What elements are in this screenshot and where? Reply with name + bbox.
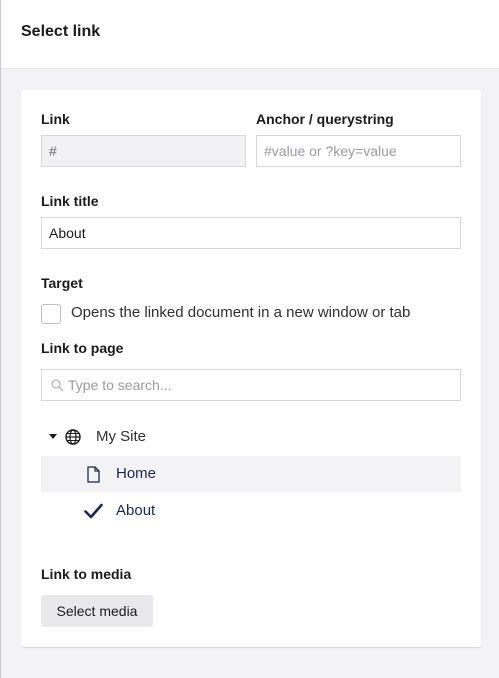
document-icon [87,466,100,483]
target-label: Target [41,275,83,291]
caret-down-icon[interactable] [49,434,57,440]
anchor-field[interactable] [256,135,461,167]
globe-icon [65,429,81,445]
tree-item-label[interactable]: About [116,502,155,519]
new-window-checkbox[interactable] [41,304,61,324]
link-title-field[interactable] [41,217,461,249]
select-media-button[interactable]: Select media [41,595,153,627]
tree-item-my-site[interactable]: My Site [41,419,461,455]
search-icon [51,379,64,392]
dialog-header: Select link [1,0,499,69]
tree-item-about[interactable]: About [41,493,461,529]
dialog-title: Select link [21,23,101,40]
tree-item-home[interactable]: Home [41,456,461,492]
window-edge [0,0,1,678]
anchor-label: Anchor / querystring [256,111,394,127]
tree-item-label[interactable]: Home [116,465,156,482]
link-label: Link [41,111,70,127]
checkmark-icon [84,503,103,519]
link-title-label: Link title [41,193,99,209]
link-field[interactable] [41,135,246,167]
link-to-page-label: Link to page [41,340,124,356]
search-input[interactable] [68,370,448,400]
link-picker-panel: Link Anchor / querystring Link title Tar… [21,90,481,647]
link-to-media-label: Link to media [41,566,132,582]
tree-item-label[interactable]: My Site [96,428,146,445]
new-window-checkbox-label[interactable]: Opens the linked document in a new windo… [71,304,410,321]
page-search[interactable] [41,369,461,401]
